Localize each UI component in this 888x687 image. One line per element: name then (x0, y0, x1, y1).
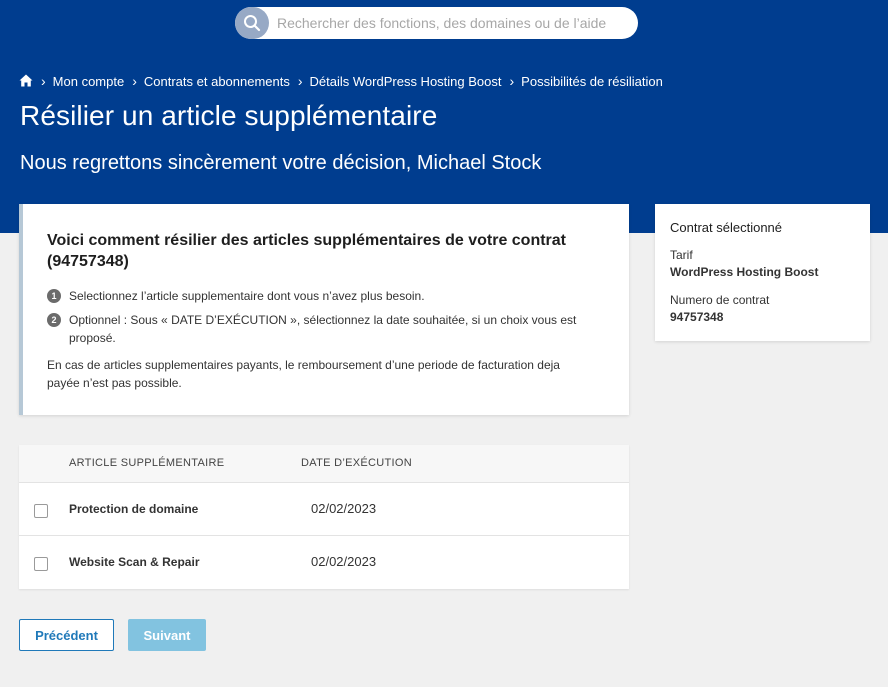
contract-number-label: Numero de contrat (670, 293, 770, 307)
search-bar[interactable] (235, 7, 638, 39)
row-checkbox[interactable] (34, 557, 48, 571)
execution-date: 02/02/2023 (311, 554, 377, 569)
breadcrumb-my-account[interactable]: Mon compte (53, 74, 125, 89)
addon-name: Website Scan & Repair (69, 555, 200, 569)
table-row[interactable]: Website Scan & Repair 02/02/2023 (19, 536, 629, 589)
instruction-step: 2 Optionnel : Sous « DATE D’EXÉCUTION »,… (47, 311, 587, 347)
step-text: Selectionnez l’article supplementaire do… (69, 289, 425, 303)
chevron-right-icon: › (41, 73, 46, 89)
column-header-date: DATE D’EXÉCUTION (301, 457, 412, 469)
search-input[interactable] (277, 7, 627, 39)
table-row[interactable]: Protection de domaine 02/02/2023 (19, 483, 629, 536)
tariff-value: WordPress Hosting Boost (670, 265, 819, 279)
search-icon[interactable] (235, 7, 269, 39)
page-title: Résilier un article supplémentaire (20, 100, 438, 131)
execution-date: 02/02/2023 (311, 501, 377, 516)
row-checkbox[interactable] (34, 504, 48, 518)
addons-table: ARTICLE SUPPLÉMENTAIRE DATE D’EXÉCUTION … (19, 445, 629, 589)
step-number-badge: 2 (47, 313, 61, 327)
chevron-right-icon: › (132, 73, 137, 89)
home-icon[interactable] (19, 74, 33, 88)
step-number-badge: 1 (47, 289, 61, 303)
instruction-step: 1 Selectionnez l’article supplementaire … (47, 287, 587, 305)
previous-button[interactable]: Précédent (19, 619, 114, 651)
next-button[interactable]: Suivant (128, 619, 206, 651)
column-header-article: ARTICLE SUPPLÉMENTAIRE (69, 457, 225, 469)
page-subtitle: Nous regrettons sincèrement votre décisi… (20, 152, 542, 174)
selected-contract-card: Contrat sélectionné Tarif WordPress Host… (655, 204, 870, 341)
step-text: Optionnel : Sous « DATE D’EXÉCUTION », s… (69, 313, 577, 345)
instructions-title: Voici comment résilier des articles supp… (47, 232, 567, 270)
refund-note: En cas de articles supplementaires payan… (47, 358, 560, 390)
instructions-card: Voici comment résilier des articles supp… (19, 204, 629, 415)
breadcrumb: › Mon compte › Contrats et abonnements ›… (19, 73, 663, 89)
selected-contract-title: Contrat sélectionné (670, 220, 783, 235)
breadcrumb-details[interactable]: Détails WordPress Hosting Boost (310, 74, 502, 89)
addon-name: Protection de domaine (69, 502, 199, 516)
breadcrumb-cancellation[interactable]: Possibilités de résiliation (521, 74, 663, 89)
breadcrumb-contracts[interactable]: Contrats et abonnements (144, 74, 290, 89)
chevron-right-icon: › (297, 73, 303, 89)
contract-number-value: 94757348 (670, 310, 724, 324)
chevron-right-icon: › (509, 73, 515, 89)
table-header: ARTICLE SUPPLÉMENTAIRE DATE D’EXÉCUTION (19, 445, 629, 483)
tariff-label: Tarif (670, 248, 693, 262)
